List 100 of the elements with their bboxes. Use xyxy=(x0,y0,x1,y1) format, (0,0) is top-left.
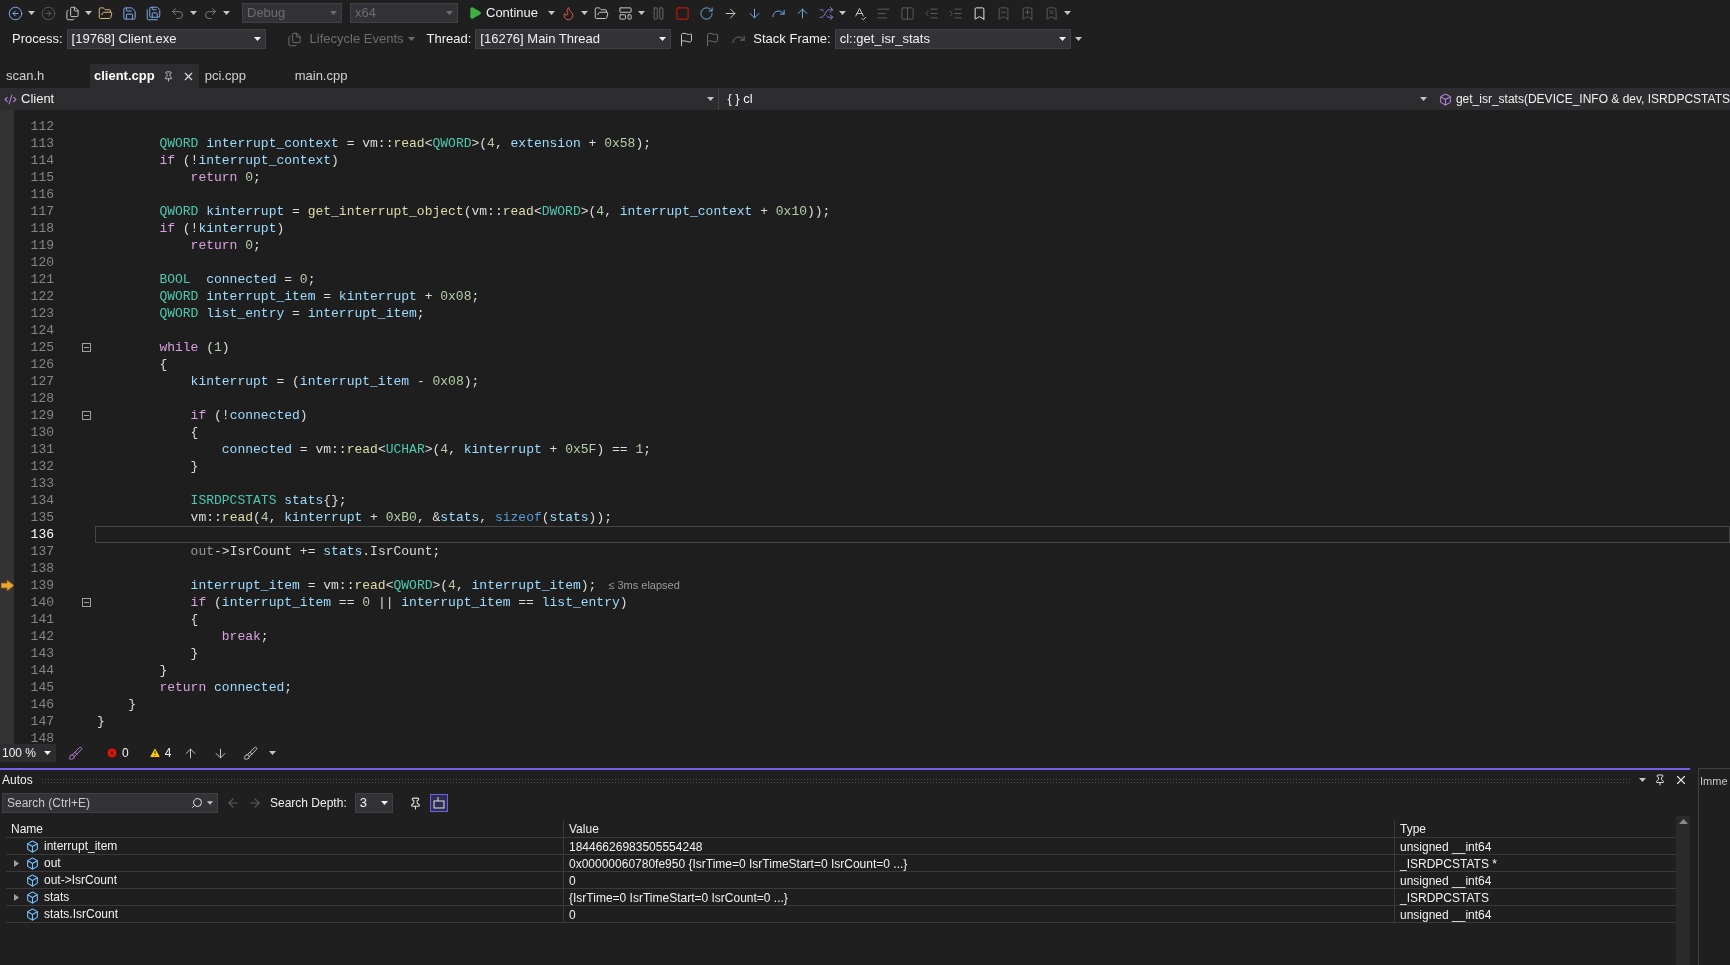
collapse-icon[interactable] xyxy=(82,343,91,352)
code-line: if (!kinterrupt) xyxy=(158,219,285,238)
collapse-icon[interactable] xyxy=(82,411,91,420)
code-line: { xyxy=(158,355,168,374)
variable-value: 0x00000060780fe950 {IsrTime=0 IsrTimeStart=0 IsrCount=0 ...} xyxy=(563,855,1394,871)
line-number: 121 xyxy=(29,270,54,289)
collapse-icon[interactable] xyxy=(82,598,91,607)
error-icon xyxy=(106,747,118,759)
play-icon xyxy=(468,6,482,20)
line-number: 148 xyxy=(29,729,54,744)
caret-icon xyxy=(330,11,337,15)
variable-name: stats.IsrCount xyxy=(44,906,119,923)
column-header[interactable]: Value xyxy=(563,820,1394,837)
caret-icon[interactable] xyxy=(207,801,213,805)
continue-button[interactable]: Continue xyxy=(460,2,547,24)
pin-icon[interactable] xyxy=(1654,774,1666,786)
line-number: 124 xyxy=(29,321,54,340)
line-number: 114 xyxy=(29,151,54,170)
caret-icon[interactable] xyxy=(223,11,230,15)
caret-icon[interactable] xyxy=(1639,778,1646,782)
thread-dropdown[interactable]: [16276] Main Thread xyxy=(475,29,672,49)
variable-icon xyxy=(26,856,39,870)
variable-icon xyxy=(26,907,39,921)
project-dropdown[interactable]: Client xyxy=(0,88,719,110)
line-number: 125 xyxy=(29,338,54,357)
search-field[interactable]: Search (Ctrl+E) xyxy=(2,793,218,813)
member-dropdown[interactable]: get_isr_stats(DEVICE_INFO & dev, ISRDPCSTATS xyxy=(1434,88,1730,110)
variable-name: out xyxy=(44,855,61,872)
code-line: { xyxy=(189,423,199,442)
caret-icon[interactable] xyxy=(1064,11,1072,15)
line-number: 140 xyxy=(29,593,54,612)
caret-icon[interactable] xyxy=(581,11,589,15)
elapsed-time-hint: ≤ 3ms elapsed xyxy=(608,578,680,594)
variable-icon xyxy=(26,839,39,853)
variable-icon xyxy=(26,890,39,904)
code-line: } xyxy=(158,661,168,680)
caret-icon[interactable] xyxy=(85,11,92,15)
code-line: if (!connected) xyxy=(189,406,308,425)
errors-button[interactable]: 0 xyxy=(106,744,129,762)
code-line: { xyxy=(189,610,199,629)
close-icon[interactable] xyxy=(1674,773,1688,787)
search-depth-dropdown[interactable]: 3 xyxy=(354,793,393,813)
scroll-up-icon[interactable] xyxy=(1678,819,1688,824)
caret-icon[interactable] xyxy=(1419,97,1427,101)
code-line: BOOL connected = 0; xyxy=(158,270,316,289)
line-number: 112 xyxy=(29,117,54,136)
code-line: QWORD interrupt_item = kinterrupt + 0x08; xyxy=(158,287,480,306)
search-depth-label: Search Depth: xyxy=(270,795,347,812)
line-number: 115 xyxy=(29,168,54,187)
column-header[interactable]: Name xyxy=(6,820,563,837)
variable-name: out->IsrCount xyxy=(44,872,118,889)
code-line: vm::read(4, kinterrupt + 0xB0, &stats, sizeof(stats)); xyxy=(189,508,612,527)
variable-value: 18446626983505554248 xyxy=(563,838,1394,854)
warning-icon xyxy=(148,747,161,759)
search-input[interactable]: Search (Ctrl+E) xyxy=(7,794,191,812)
process-dropdown[interactable]: [19768] Client.exe xyxy=(66,29,266,49)
caret-icon[interactable] xyxy=(190,11,197,15)
line-number: 141 xyxy=(29,610,54,629)
expand-icon[interactable] xyxy=(13,859,19,867)
line-number: 130 xyxy=(29,423,54,442)
line-number: 145 xyxy=(29,678,54,697)
code-line: break; xyxy=(220,627,269,646)
code-line: } xyxy=(189,644,199,663)
caret-icon[interactable] xyxy=(839,11,847,15)
side-panel-tab[interactable]: Imme xyxy=(1699,775,1728,787)
caret-icon[interactable] xyxy=(28,11,35,15)
zoom-dropdown[interactable]: 100 % xyxy=(0,744,56,762)
expand-icon[interactable] xyxy=(13,893,19,901)
code-line: return 0; xyxy=(189,236,261,255)
line-number: 123 xyxy=(29,304,54,323)
caret-icon xyxy=(253,37,261,41)
line-number: 143 xyxy=(29,644,54,663)
code-line: kinterrupt = (interrupt_item - 0x08); xyxy=(189,372,480,391)
code-line: } xyxy=(97,712,105,731)
caret-icon[interactable] xyxy=(707,97,715,101)
code-line: out->IsrCount += stats.IsrCount; xyxy=(189,542,441,561)
line-number: 119 xyxy=(29,236,54,255)
code-line: QWORD interrupt_context = vm::read<QWORD>(4, extension + 0x58); xyxy=(158,134,651,153)
code-line: interrupt_item = vm::read<QWORD>(4, interrupt_item); xyxy=(189,576,597,595)
pin-icon[interactable] xyxy=(162,70,174,82)
variable-value: {IsrTime=0 IsrTimeStart=0 IsrCount=0 ...} xyxy=(563,889,1394,905)
code-line: return 0; xyxy=(189,168,261,187)
variable-name: interrupt_item xyxy=(44,838,118,855)
line-number: 132 xyxy=(29,457,54,476)
code-line: if (interrupt_item == 0 || interrupt_item == list_entry) xyxy=(189,593,628,612)
search-icon[interactable] xyxy=(191,797,203,809)
line-number: 127 xyxy=(29,372,54,391)
code-line: } xyxy=(189,457,199,476)
caret-icon[interactable] xyxy=(548,11,556,15)
file-tab[interactable]: client.cpp xyxy=(90,64,199,88)
line-number: 131 xyxy=(29,440,54,459)
line-number: 136 xyxy=(29,525,54,544)
caret-icon[interactable] xyxy=(269,751,277,755)
caret-icon[interactable] xyxy=(638,11,646,15)
code-line: } xyxy=(127,695,136,714)
pin-icon[interactable] xyxy=(408,796,422,810)
project-icon xyxy=(4,92,17,106)
stack-frame-dropdown[interactable]: cl::get_isr_stats xyxy=(834,29,1071,49)
warnings-button[interactable]: 4 xyxy=(148,744,172,762)
line-number: 118 xyxy=(29,219,54,238)
